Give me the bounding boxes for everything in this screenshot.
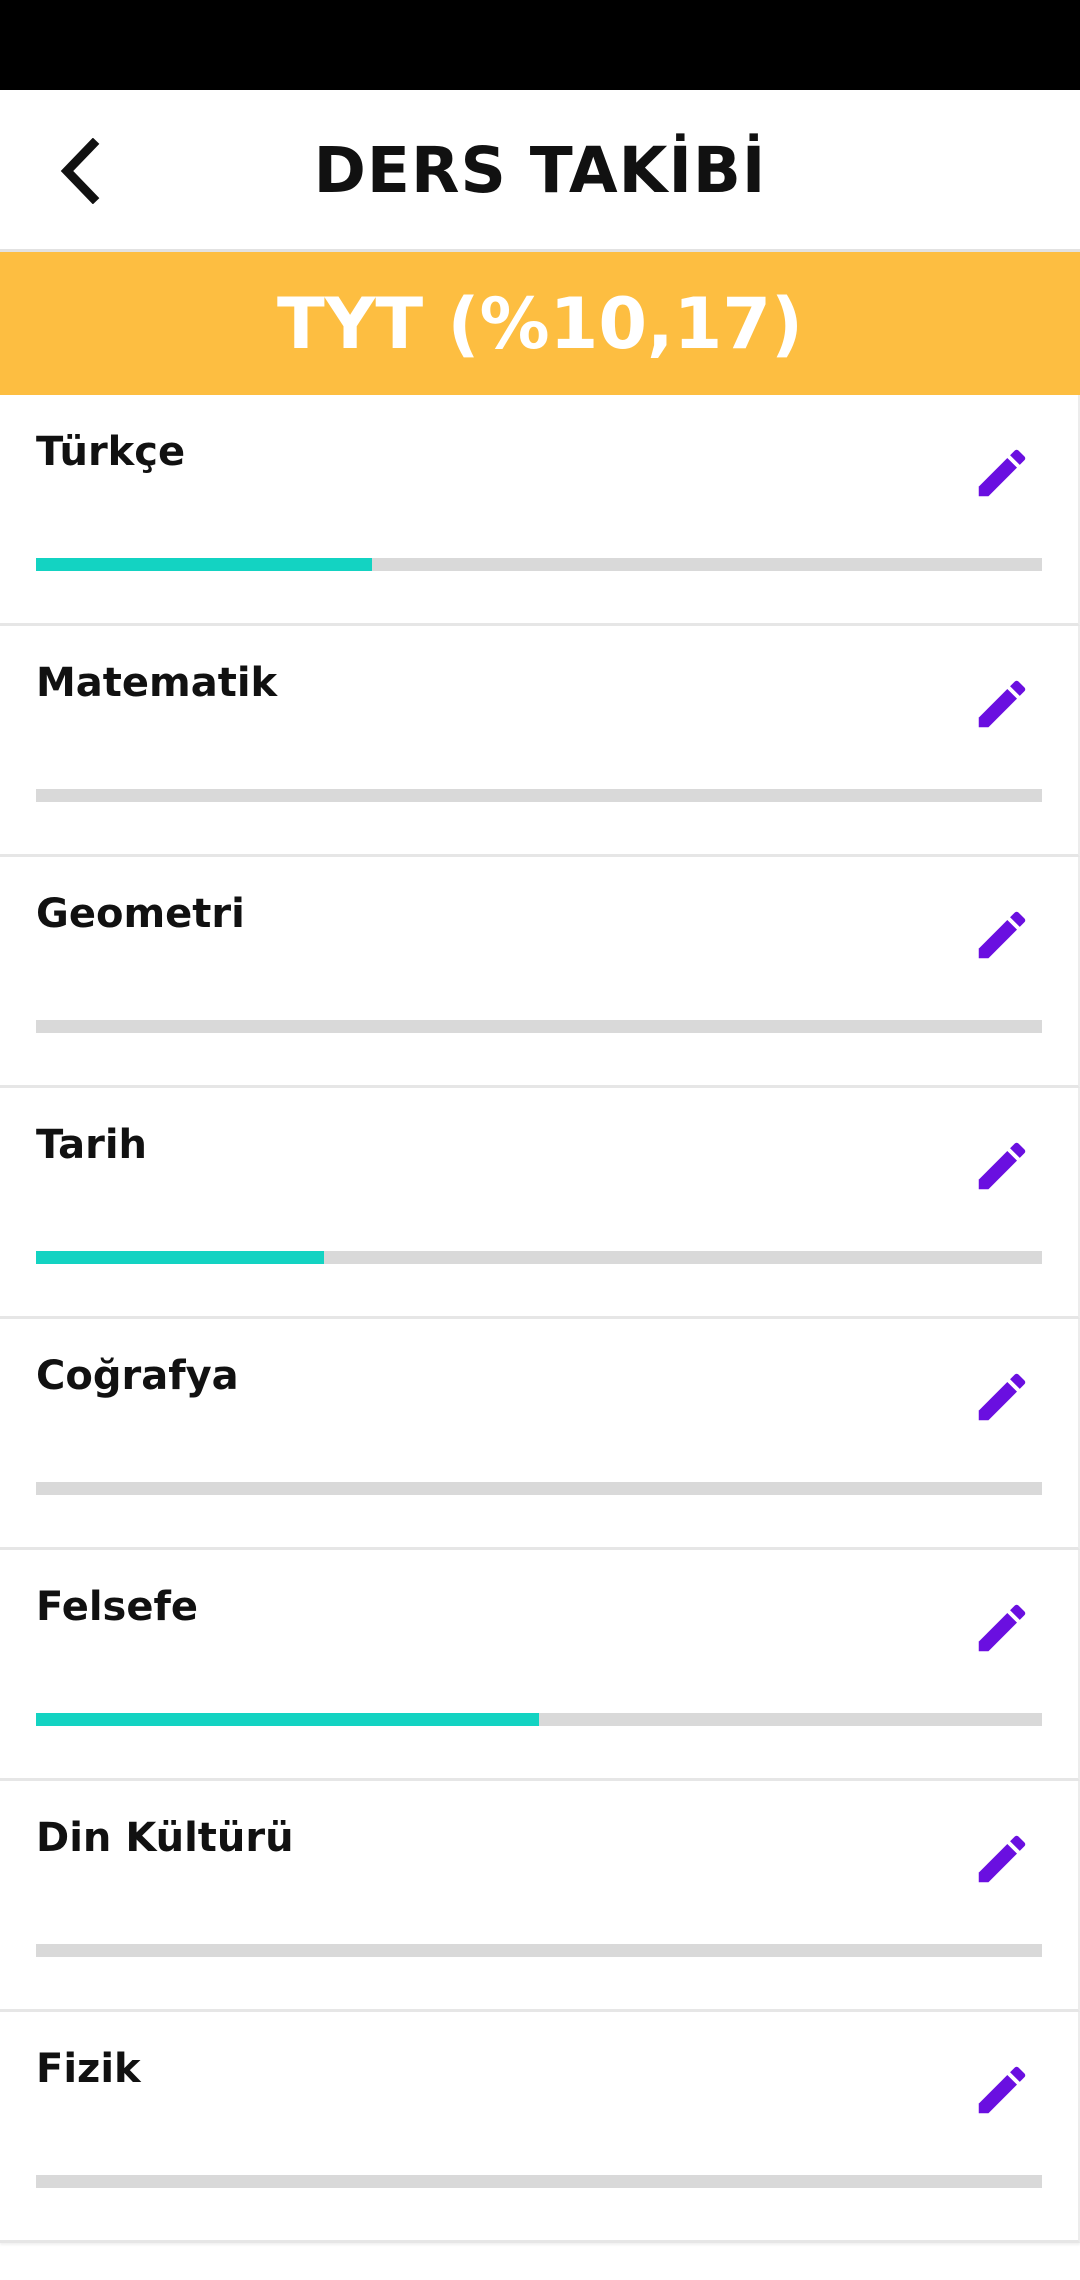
- pencil-icon: [978, 911, 1026, 959]
- edit-button[interactable]: [960, 1124, 1044, 1208]
- progress-fill: [36, 558, 372, 571]
- progress-bar: [36, 789, 1042, 802]
- pencil-icon: [978, 1142, 1026, 1190]
- progress-bar: [36, 1251, 1042, 1264]
- edit-button[interactable]: [960, 2048, 1044, 2132]
- edit-button[interactable]: [960, 662, 1044, 746]
- course-card: Türkçe: [0, 395, 1080, 626]
- progress-bar: [36, 558, 1042, 571]
- pencil-icon: [978, 680, 1026, 728]
- course-card: Felsefe: [0, 1550, 1080, 1781]
- course-card: Matematik: [0, 626, 1080, 857]
- progress-bar: [36, 1713, 1042, 1726]
- course-name: Fizik: [36, 2046, 141, 2092]
- progress-fill: [36, 1251, 324, 1264]
- edit-button[interactable]: [960, 1586, 1044, 1670]
- pencil-icon: [978, 449, 1026, 497]
- section-banner: TYT (%10,17): [0, 252, 1080, 395]
- edit-button[interactable]: [960, 1355, 1044, 1439]
- edit-button[interactable]: [960, 431, 1044, 515]
- page-title: DERS TAKİBİ: [313, 134, 767, 207]
- app-bar: DERS TAKİBİ: [0, 90, 1080, 252]
- pencil-icon: [978, 1373, 1026, 1421]
- course-card: Tarih: [0, 1088, 1080, 1319]
- pencil-icon: [978, 2066, 1026, 2114]
- course-card: Geometri: [0, 857, 1080, 1088]
- progress-bar: [36, 1482, 1042, 1495]
- course-name: Matematik: [36, 660, 278, 706]
- progress-bar: [36, 1944, 1042, 1957]
- course-name: Din Kültürü: [36, 1815, 294, 1861]
- status-bar: [0, 0, 1080, 90]
- pencil-icon: [978, 1604, 1026, 1652]
- course-list: Türkçe Matematik Geometri Tarih Coğrafya…: [0, 395, 1080, 2243]
- progress-bar: [36, 2175, 1042, 2188]
- edit-button[interactable]: [960, 893, 1044, 977]
- pencil-icon: [978, 1835, 1026, 1883]
- progress-fill: [36, 1713, 539, 1726]
- course-name: Felsefe: [36, 1584, 199, 1630]
- course-card: Coğrafya: [0, 1319, 1080, 1550]
- course-card: Fizik: [0, 2012, 1080, 2243]
- course-name: Tarih: [36, 1122, 148, 1168]
- course-name: Coğrafya: [36, 1353, 239, 1399]
- course-name: Türkçe: [36, 429, 186, 475]
- section-title: TYT (%10,17): [276, 282, 804, 365]
- progress-bar: [36, 1020, 1042, 1033]
- course-name: Geometri: [36, 891, 245, 937]
- edit-button[interactable]: [960, 1817, 1044, 1901]
- course-card: Din Kültürü: [0, 1781, 1080, 2012]
